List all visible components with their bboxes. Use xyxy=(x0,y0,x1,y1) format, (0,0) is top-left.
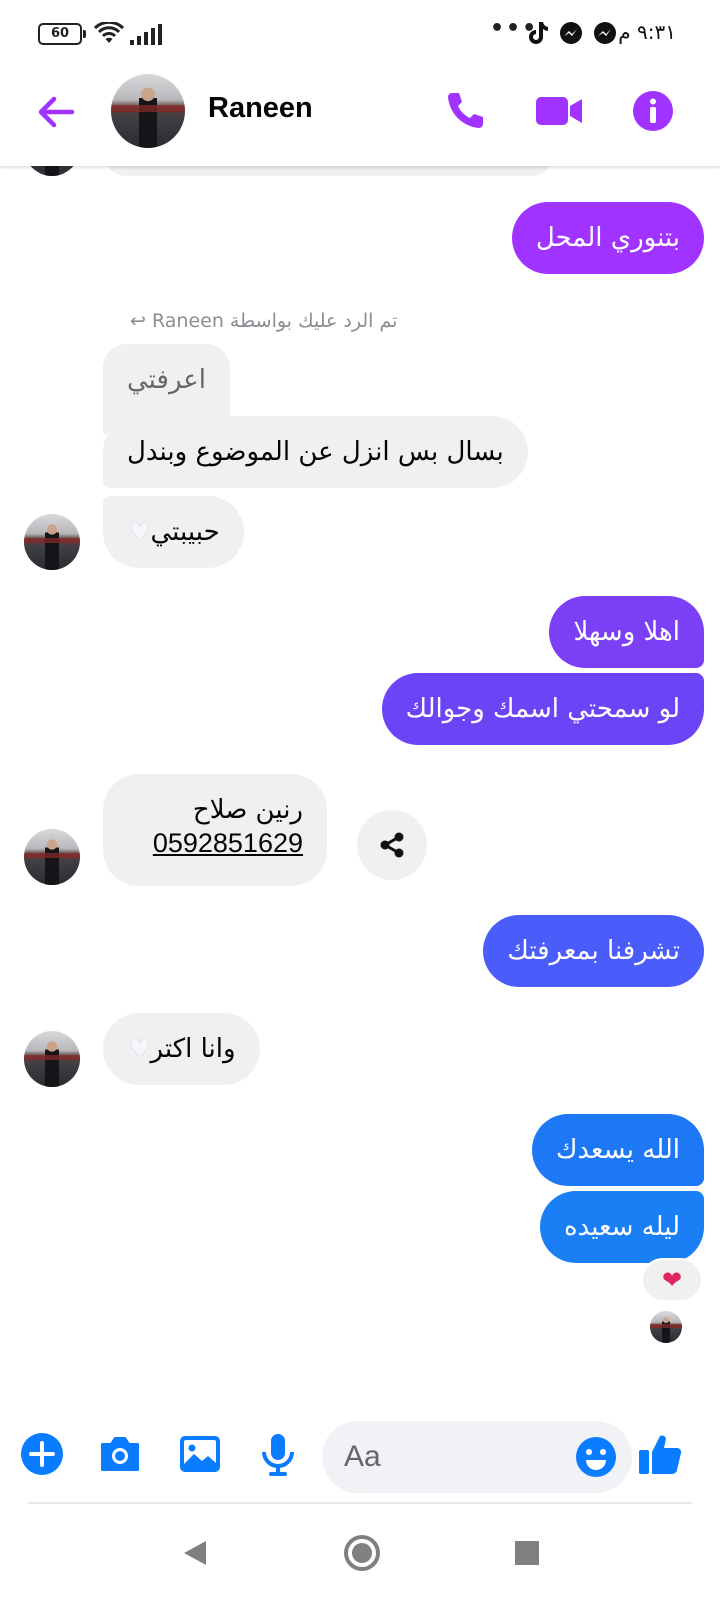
avatar xyxy=(24,166,80,176)
back-triangle-icon[interactable] xyxy=(176,1533,216,1573)
share-button[interactable] xyxy=(357,810,427,880)
message-list[interactable]: بتنوري المحل تم الرد عليك بواسطة Raneen … xyxy=(0,166,720,1406)
microphone-icon[interactable] xyxy=(254,1430,302,1478)
emoji-icon[interactable] xyxy=(574,1435,618,1479)
camera-icon[interactable] xyxy=(96,1430,144,1478)
recents-square-icon[interactable] xyxy=(507,1533,547,1573)
avatar[interactable] xyxy=(24,514,80,570)
status-bar: 60 ••• ٩:٣١ م xyxy=(0,0,720,68)
battery-icon: 60 xyxy=(38,23,86,45)
message-input[interactable] xyxy=(344,1421,564,1493)
avatar[interactable] xyxy=(24,829,80,885)
seen-avatar xyxy=(650,1311,682,1343)
plus-icon[interactable] xyxy=(18,1430,66,1478)
image-icon[interactable] xyxy=(176,1430,224,1478)
message-input-pill[interactable] xyxy=(322,1421,632,1493)
phone-icon[interactable] xyxy=(442,88,488,134)
video-icon[interactable] xyxy=(534,88,584,134)
home-circle-icon[interactable] xyxy=(342,1533,382,1573)
message-bubble-outgoing[interactable]: لو سمحتي اسمك وجوالك xyxy=(381,673,704,745)
message-text: حبيبتي xyxy=(150,517,220,547)
message-bubble-outgoing[interactable]: ليله سعيده xyxy=(539,1191,704,1263)
avatar[interactable] xyxy=(111,74,185,148)
message-bubble-incoming[interactable]: بسال بس انزل عن الموضوع وبندل xyxy=(103,416,528,488)
message-bubble-outgoing[interactable]: الله يسعدك xyxy=(531,1114,704,1186)
reply-label: تم الرد عليك بواسطة Raneen ↩ xyxy=(130,310,398,332)
back-arrow-icon[interactable] xyxy=(34,90,78,134)
composer-bar xyxy=(0,1410,720,1506)
chat-header: Raneen xyxy=(0,68,720,166)
messenger-icon xyxy=(594,22,616,44)
message-bubble-outgoing[interactable]: اهلا وسهلا xyxy=(549,596,704,668)
divider xyxy=(28,1502,692,1504)
system-nav-bar xyxy=(0,1505,720,1600)
tiktok-icon xyxy=(529,22,548,44)
message-bubble-outgoing[interactable]: تشرفنا بمعرفتك xyxy=(483,915,704,987)
heart-emoji-icon: ♥ xyxy=(129,1035,151,1063)
info-icon[interactable] xyxy=(630,88,676,134)
messenger-icon xyxy=(560,22,582,44)
contact-card-phone[interactable]: 0592851629 xyxy=(127,826,303,860)
message-bubble-outgoing[interactable]: بتنوري المحل xyxy=(511,202,704,274)
message-bubble-partial[interactable] xyxy=(103,166,555,176)
heart-emoji-icon: ♥ xyxy=(129,518,151,546)
message-bubble-incoming[interactable]: وانا اكتر♥ xyxy=(103,1013,260,1085)
message-text: وانا اكتر xyxy=(150,1034,236,1064)
contact-card-name: رنين صلاح xyxy=(192,795,303,825)
clock: ٩:٣١ م xyxy=(618,20,676,44)
thumbs-up-icon[interactable] xyxy=(636,1430,684,1478)
contact-name[interactable]: Raneen xyxy=(208,92,313,125)
battery-level: 60 xyxy=(50,26,70,41)
contact-card[interactable]: رنين صلاح 0592851629 xyxy=(103,774,327,886)
heart-reaction[interactable]: ❤ xyxy=(641,1258,703,1302)
avatar[interactable] xyxy=(24,1031,80,1087)
message-bubble-incoming[interactable]: حبيبتي♥ xyxy=(103,496,244,568)
signal-icon xyxy=(130,24,162,45)
wifi-icon xyxy=(94,22,124,43)
share-icon xyxy=(380,832,404,858)
